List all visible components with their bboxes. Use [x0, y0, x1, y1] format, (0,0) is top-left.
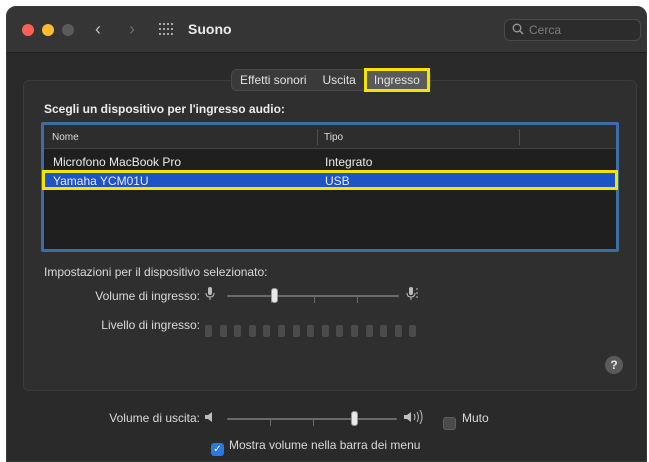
- device-name: Microfono MacBook Pro: [53, 155, 182, 169]
- help-button[interactable]: ?: [605, 356, 623, 374]
- title-bar: ‹ › Suono: [7, 7, 646, 53]
- device-name: Yamaha YCM01U: [53, 174, 149, 188]
- slider-tick: [313, 420, 314, 426]
- table-row[interactable]: Microfono MacBook Pro Integrato: [44, 153, 616, 170]
- column-header-type[interactable]: Tipo: [324, 132, 343, 143]
- slider-tick: [357, 297, 358, 303]
- level-meter-segment: [409, 325, 417, 337]
- input-volume-track[interactable]: [227, 295, 399, 297]
- table-row-selected[interactable]: Yamaha YCM01U USB: [42, 170, 618, 190]
- microphone-high-icon: [406, 287, 418, 300]
- device-type: Integrato: [325, 155, 373, 169]
- slider-tick: [314, 297, 315, 303]
- close-button[interactable]: [22, 24, 34, 36]
- table-header: Nome Tipo: [44, 125, 616, 149]
- input-volume-knob[interactable]: [271, 288, 279, 303]
- search-icon: [512, 23, 524, 35]
- column-divider: [519, 129, 520, 145]
- show-volume-menu-bar-label: Mostra volume nella barra dei menu: [229, 438, 421, 452]
- tab-output[interactable]: Uscita: [314, 70, 363, 90]
- show-volume-menu-bar-checkbox[interactable]: ✓: [211, 443, 224, 456]
- window-title: Suono: [188, 21, 232, 37]
- tab-input[interactable]: Ingresso: [363, 68, 430, 92]
- speaker-low-icon: [205, 412, 212, 422]
- speaker-high-icon: [404, 410, 423, 424]
- level-meter-segment: [278, 325, 285, 337]
- level-meter-segment: [321, 325, 329, 337]
- mute-label: Muto: [462, 411, 489, 425]
- microphone-low-icon: [205, 287, 215, 300]
- sound-preferences-window: ‹ › Suono Effetti sonori Uscita Ingresso…: [6, 6, 647, 462]
- search-input[interactable]: [529, 22, 634, 38]
- tab-sound-effects[interactable]: Effetti sonori: [232, 70, 314, 90]
- minimize-button[interactable]: [42, 24, 54, 36]
- show-all-grid-icon[interactable]: [159, 23, 175, 36]
- zoom-button[interactable]: [62, 24, 74, 36]
- level-meter-segment: [248, 325, 256, 337]
- level-meter-segment: [219, 325, 227, 337]
- input-device-table[interactable]: Nome Tipo Microfono MacBook Pro Integrat…: [41, 122, 619, 252]
- column-divider: [317, 129, 318, 145]
- device-type: USB: [325, 174, 350, 188]
- level-meter-segment: [336, 325, 344, 337]
- back-arrow-icon[interactable]: ‹: [95, 18, 101, 40]
- level-meter-segment: [351, 325, 358, 337]
- column-header-name[interactable]: Nome: [52, 132, 79, 143]
- level-meter-segment: [394, 325, 402, 337]
- input-level-label: Livello di ingresso:: [101, 318, 200, 332]
- level-meter-segment: [380, 325, 388, 337]
- level-meter-segment: [263, 325, 271, 337]
- output-volume-label: Volume di uscita:: [109, 411, 200, 425]
- tab-bar: Effetti sonori Uscita Ingresso: [231, 68, 431, 92]
- forward-arrow-icon[interactable]: ›: [129, 18, 135, 40]
- level-meter-segment: [292, 325, 300, 337]
- output-volume-track[interactable]: [227, 418, 397, 420]
- search-field[interactable]: [504, 19, 641, 41]
- input-device-heading: Scegli un dispositivo per l'ingresso aud…: [44, 102, 285, 116]
- level-meter-segment: [307, 325, 315, 337]
- output-volume-knob[interactable]: [350, 411, 358, 426]
- slider-tick: [270, 420, 271, 426]
- input-volume-label: Volume di ingresso:: [95, 289, 200, 303]
- device-settings-label: Impostazioni per il dispositivo selezion…: [44, 265, 268, 279]
- level-meter-segment: [365, 325, 373, 337]
- level-meter-segment: [205, 325, 212, 337]
- level-meter-segment: [234, 325, 242, 337]
- mute-checkbox[interactable]: [443, 417, 456, 430]
